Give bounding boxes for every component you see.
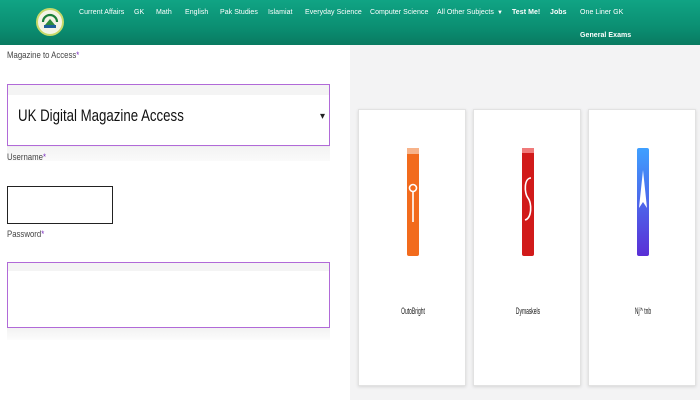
nav-link-gk[interactable]: GK	[134, 9, 144, 16]
magazine-card-label: OutoBright	[401, 306, 425, 316]
magazine-card-1[interactable]: OutoBright	[358, 109, 466, 386]
nav-link-general-exams[interactable]: General Exams	[580, 32, 631, 39]
nav-dropdown-label: All Other Subjects	[437, 9, 494, 16]
chevron-down-icon: ▾	[319, 111, 325, 122]
magazine-label: Magazine to Access*	[7, 50, 79, 61]
nav-link-jobs[interactable]: Jobs	[550, 9, 567, 16]
magazine-card-3[interactable]: Nj'^ tnb	[588, 109, 696, 386]
magazine-select-value: UK Digital Magazine Access	[18, 106, 184, 125]
nav-link-current-affairs[interactable]: Current Affairs	[79, 9, 124, 16]
nav-dropdown-all-other-subjects[interactable]: All Other Subjects ▼	[437, 9, 503, 16]
red-app-icon	[522, 148, 534, 256]
nav-link-computer-science[interactable]: Computer Science	[370, 9, 428, 16]
magazine-cards-panel: OutoBright Dymaskels Nj'^ tnb	[350, 45, 700, 400]
site-logo-icon[interactable]	[36, 8, 64, 36]
username-label: Username*	[7, 152, 46, 163]
password-label: Password*	[7, 229, 44, 240]
magazine-select[interactable]: UK Digital Magazine Access ▾	[7, 84, 330, 146]
magazine-card-label: Nj'^ tnb	[634, 306, 652, 316]
blue-arrow-app-icon	[637, 148, 649, 256]
magazine-select-shadow	[7, 147, 330, 161]
magazine-card-2[interactable]: Dymaskels	[473, 109, 581, 386]
top-navbar: Current Affairs GK Math English Pak Stud…	[0, 0, 700, 45]
password-input-shadow	[7, 328, 330, 340]
nav-link-english[interactable]: English	[185, 9, 208, 16]
magazine-card-label: Dymaskels	[515, 306, 541, 316]
nav-link-math[interactable]: Math	[156, 9, 172, 16]
nav-link-pak-studies[interactable]: Pak Studies	[220, 9, 258, 16]
username-label-text: Username	[7, 152, 43, 163]
caret-down-icon: ▼	[496, 10, 503, 16]
required-mark: *	[76, 50, 80, 61]
nav-link-everyday-science[interactable]: Everyday Science	[305, 9, 362, 16]
required-mark: *	[41, 229, 45, 240]
password-input[interactable]	[7, 262, 330, 328]
orange-app-icon	[407, 148, 419, 256]
magazine-label-text: Magazine to Access	[7, 50, 77, 61]
nav-link-one-liner-gk[interactable]: One Liner GK	[580, 9, 623, 16]
nav-link-islamiat[interactable]: Islamiat	[268, 9, 293, 16]
required-mark: *	[42, 152, 46, 163]
password-label-text: Password	[7, 229, 42, 240]
nav-link-test-me[interactable]: Test Me!	[512, 9, 540, 16]
username-input[interactable]	[7, 186, 113, 224]
